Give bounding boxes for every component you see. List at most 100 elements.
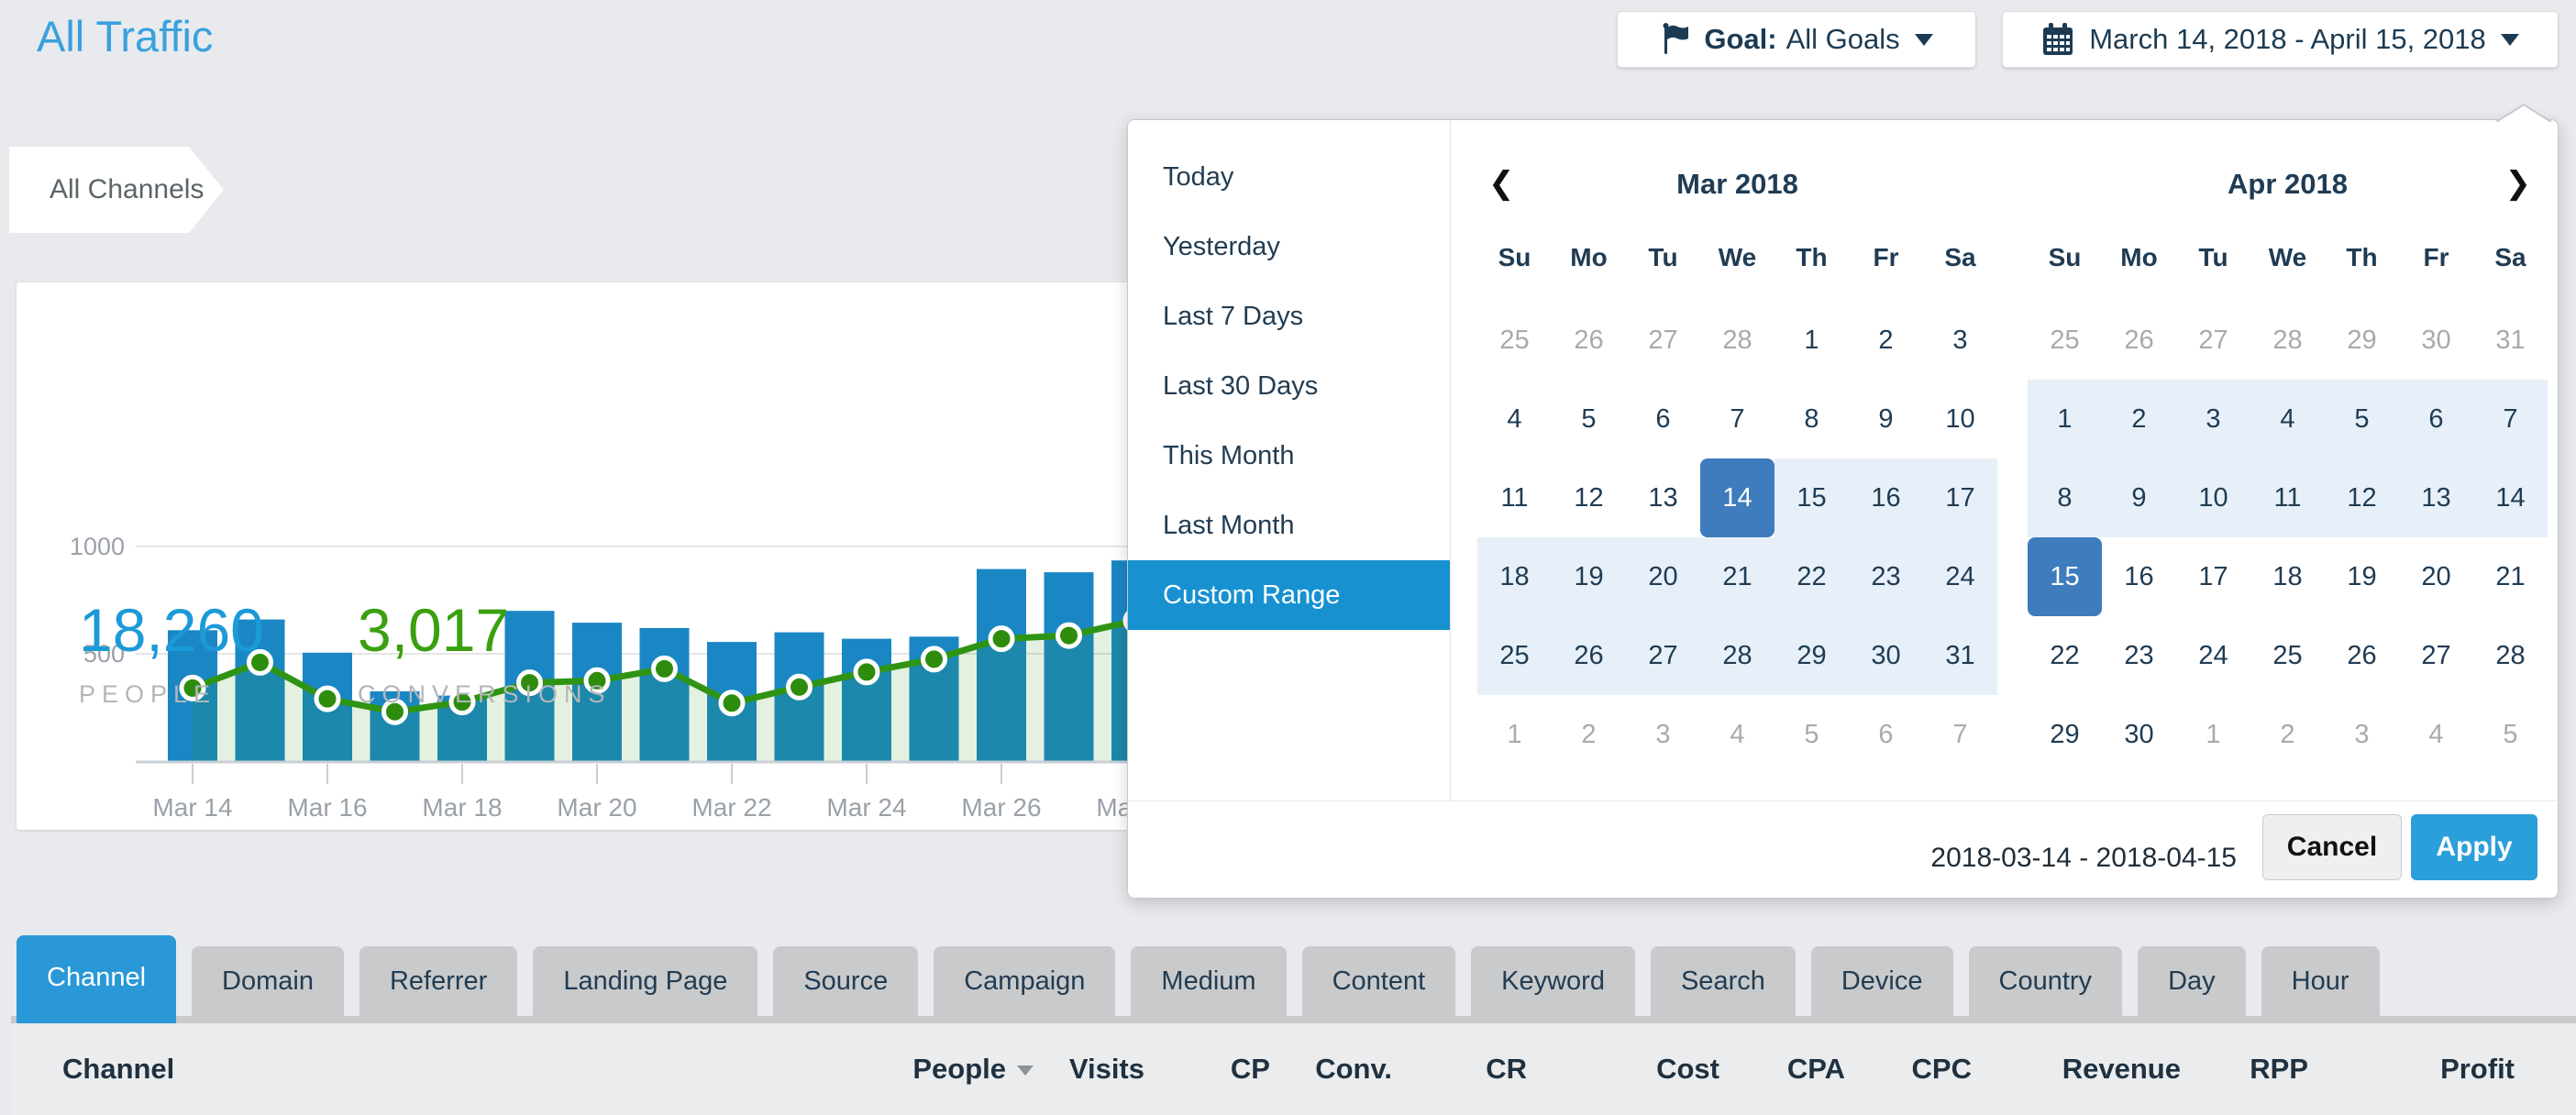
day-cell[interactable]: 28 (1700, 616, 1774, 695)
column-header-channel[interactable]: Channel (62, 1023, 174, 1115)
day-cell[interactable]: 1 (2028, 380, 2102, 458)
day-cell[interactable]: 20 (1626, 537, 1700, 616)
day-cell[interactable]: 3 (1626, 695, 1700, 774)
cancel-button[interactable]: Cancel (2262, 814, 2402, 880)
column-header-cr[interactable]: CR (1486, 1023, 1527, 1115)
column-header-cp[interactable]: CP (1231, 1023, 1270, 1115)
day-cell[interactable]: 2 (2102, 380, 2176, 458)
column-header-people[interactable]: People (912, 1023, 1034, 1115)
day-cell[interactable]: 5 (1774, 695, 1849, 774)
day-cell[interactable]: 31 (1923, 616, 1997, 695)
day-cell[interactable]: 20 (2399, 537, 2473, 616)
day-cell[interactable]: 6 (1626, 380, 1700, 458)
day-cell[interactable]: 13 (1626, 458, 1700, 537)
day-cell[interactable]: 10 (2176, 458, 2250, 537)
day-cell[interactable]: 31 (2473, 301, 2548, 380)
column-header-cpa[interactable]: CPA (1787, 1023, 1845, 1115)
column-header-revenue[interactable]: Revenue (2062, 1023, 2181, 1115)
day-cell[interactable]: 7 (1700, 380, 1774, 458)
day-cell[interactable]: 30 (2102, 695, 2176, 774)
day-cell[interactable]: 1 (1774, 301, 1849, 380)
tab-day[interactable]: Day (2138, 946, 2246, 1016)
day-cell[interactable]: 22 (2028, 616, 2102, 695)
breadcrumb-all-channels[interactable]: All Channels (9, 147, 224, 233)
day-cell[interactable]: 13 (2399, 458, 2473, 537)
day-cell[interactable]: 3 (2176, 380, 2250, 458)
tab-content[interactable]: Content (1302, 946, 1456, 1016)
column-header-visits[interactable]: Visits (1069, 1023, 1144, 1115)
day-cell[interactable]: 25 (2028, 301, 2102, 380)
day-cell[interactable]: 10 (1923, 380, 1997, 458)
day-cell[interactable]: 24 (1923, 537, 1997, 616)
tab-keyword[interactable]: Keyword (1471, 946, 1635, 1016)
day-cell[interactable]: 28 (2250, 301, 2325, 380)
day-cell[interactable]: 7 (2473, 380, 2548, 458)
day-cell[interactable]: 27 (2399, 616, 2473, 695)
day-cell[interactable]: 9 (1849, 380, 1923, 458)
day-cell[interactable]: 6 (1849, 695, 1923, 774)
day-cell[interactable]: 29 (2325, 301, 2399, 380)
day-cell[interactable]: 17 (2176, 537, 2250, 616)
preset-today[interactable]: Today (1128, 142, 1450, 212)
day-cell[interactable]: 3 (2325, 695, 2399, 774)
day-cell[interactable]: 30 (2399, 301, 2473, 380)
day-cell[interactable]: 16 (1849, 458, 1923, 537)
day-cell[interactable]: 19 (1552, 537, 1626, 616)
day-cell[interactable]: 4 (2399, 695, 2473, 774)
apply-button[interactable]: Apply (2411, 814, 2537, 880)
selected-day[interactable]: 14 (1700, 458, 1774, 537)
day-cell[interactable]: 12 (1552, 458, 1626, 537)
day-cell[interactable]: 8 (1774, 380, 1849, 458)
tab-hour[interactable]: Hour (2261, 946, 2380, 1016)
day-cell[interactable]: 22 (1774, 537, 1849, 616)
column-header-cost[interactable]: Cost (1656, 1023, 1719, 1115)
tab-domain[interactable]: Domain (192, 946, 344, 1016)
day-cell[interactable]: 27 (2176, 301, 2250, 380)
day-cell[interactable]: 24 (2176, 616, 2250, 695)
day-cell[interactable]: 17 (1923, 458, 1997, 537)
day-cell[interactable]: 23 (2102, 616, 2176, 695)
day-cell[interactable]: 15 (1774, 458, 1849, 537)
day-cell[interactable]: 5 (2473, 695, 2548, 774)
tab-search[interactable]: Search (1651, 946, 1796, 1016)
goal-selector-button[interactable]: Goal: All Goals (1617, 11, 1976, 68)
day-cell[interactable]: 23 (1849, 537, 1923, 616)
column-header-profit[interactable]: Profit (2440, 1023, 2515, 1115)
day-cell[interactable]: 26 (2102, 301, 2176, 380)
preset-custom-range[interactable]: Custom Range (1128, 560, 1450, 630)
tab-landing-page[interactable]: Landing Page (533, 946, 757, 1016)
day-cell[interactable]: 11 (2250, 458, 2325, 537)
day-cell[interactable]: 25 (1477, 616, 1552, 695)
day-cell[interactable]: 4 (1477, 380, 1552, 458)
day-cell[interactable]: 9 (2102, 458, 2176, 537)
day-cell[interactable]: 4 (1700, 695, 1774, 774)
day-cell[interactable]: 21 (1700, 537, 1774, 616)
day-cell[interactable]: 26 (1552, 616, 1626, 695)
date-range-button[interactable]: March 14, 2018 - April 15, 2018 (2002, 11, 2559, 68)
preset-last-7-days[interactable]: Last 7 Days (1128, 282, 1450, 351)
day-cell[interactable]: 26 (1552, 301, 1626, 380)
day-cell[interactable]: 25 (2250, 616, 2325, 695)
tab-channel[interactable]: Channel (17, 935, 176, 1023)
day-cell[interactable]: 21 (2473, 537, 2548, 616)
day-cell[interactable]: 5 (1552, 380, 1626, 458)
day-cell[interactable]: 28 (1700, 301, 1774, 380)
tab-device[interactable]: Device (1811, 946, 1953, 1016)
day-cell[interactable]: 7 (1923, 695, 1997, 774)
day-cell[interactable]: 16 (2102, 537, 2176, 616)
day-cell[interactable]: 18 (2250, 537, 2325, 616)
tab-medium[interactable]: Medium (1131, 946, 1286, 1016)
preset-last-30-days[interactable]: Last 30 Days (1128, 351, 1450, 421)
column-header-cpc[interactable]: CPC (1912, 1023, 1972, 1115)
preset-this-month[interactable]: This Month (1128, 421, 1450, 491)
column-header-conv[interactable]: Conv. (1315, 1023, 1392, 1115)
day-cell[interactable]: 18 (1477, 537, 1552, 616)
day-cell[interactable]: 6 (2399, 380, 2473, 458)
day-cell[interactable]: 14 (2473, 458, 2548, 537)
day-cell[interactable]: 28 (2473, 616, 2548, 695)
tab-country[interactable]: Country (1969, 946, 2123, 1016)
day-cell[interactable]: 19 (2325, 537, 2399, 616)
day-cell[interactable]: 29 (1774, 616, 1849, 695)
day-cell[interactable]: 26 (2325, 616, 2399, 695)
day-cell[interactable]: 2 (2250, 695, 2325, 774)
